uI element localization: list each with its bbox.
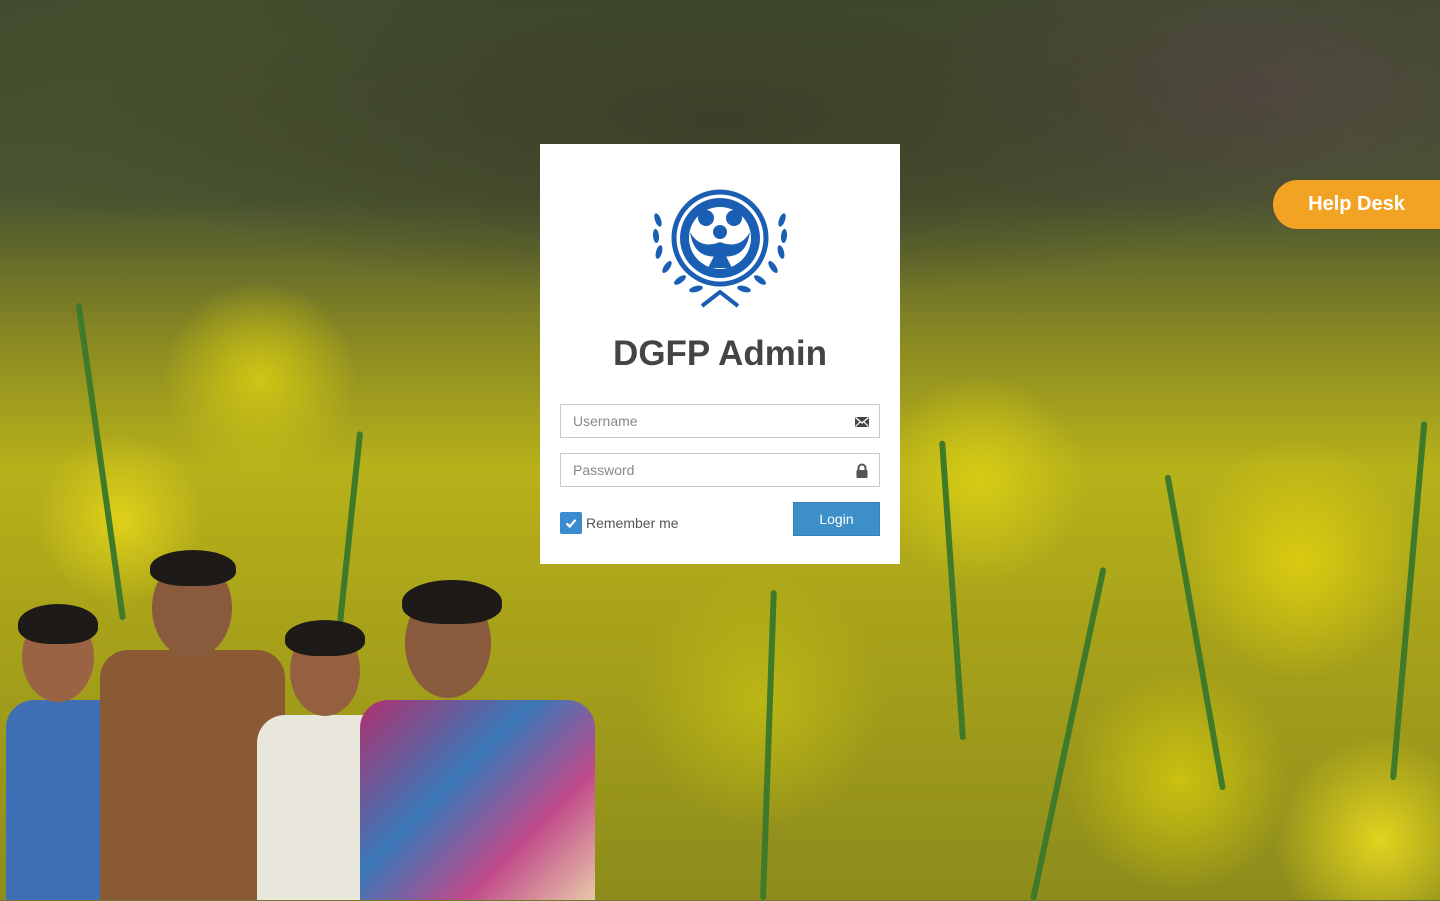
password-field[interactable] (560, 453, 880, 487)
lock-icon (856, 463, 868, 478)
password-input[interactable] (561, 454, 853, 486)
remember-me-checkbox[interactable] (560, 512, 582, 534)
remember-me-label: Remember me (586, 515, 679, 531)
family-photo (0, 540, 610, 900)
check-icon (565, 519, 577, 529)
login-card: DGFP Admin Remember me Login (540, 144, 900, 564)
username-input[interactable] (561, 405, 853, 437)
help-desk-button[interactable]: Help Desk (1273, 180, 1440, 229)
app-title: DGFP Admin (613, 334, 827, 373)
dgfp-logo-icon (652, 189, 788, 308)
envelope-icon (855, 416, 869, 427)
username-field[interactable] (560, 404, 880, 438)
login-button[interactable]: Login (793, 502, 880, 536)
remember-me-toggle[interactable]: Remember me (560, 512, 679, 534)
